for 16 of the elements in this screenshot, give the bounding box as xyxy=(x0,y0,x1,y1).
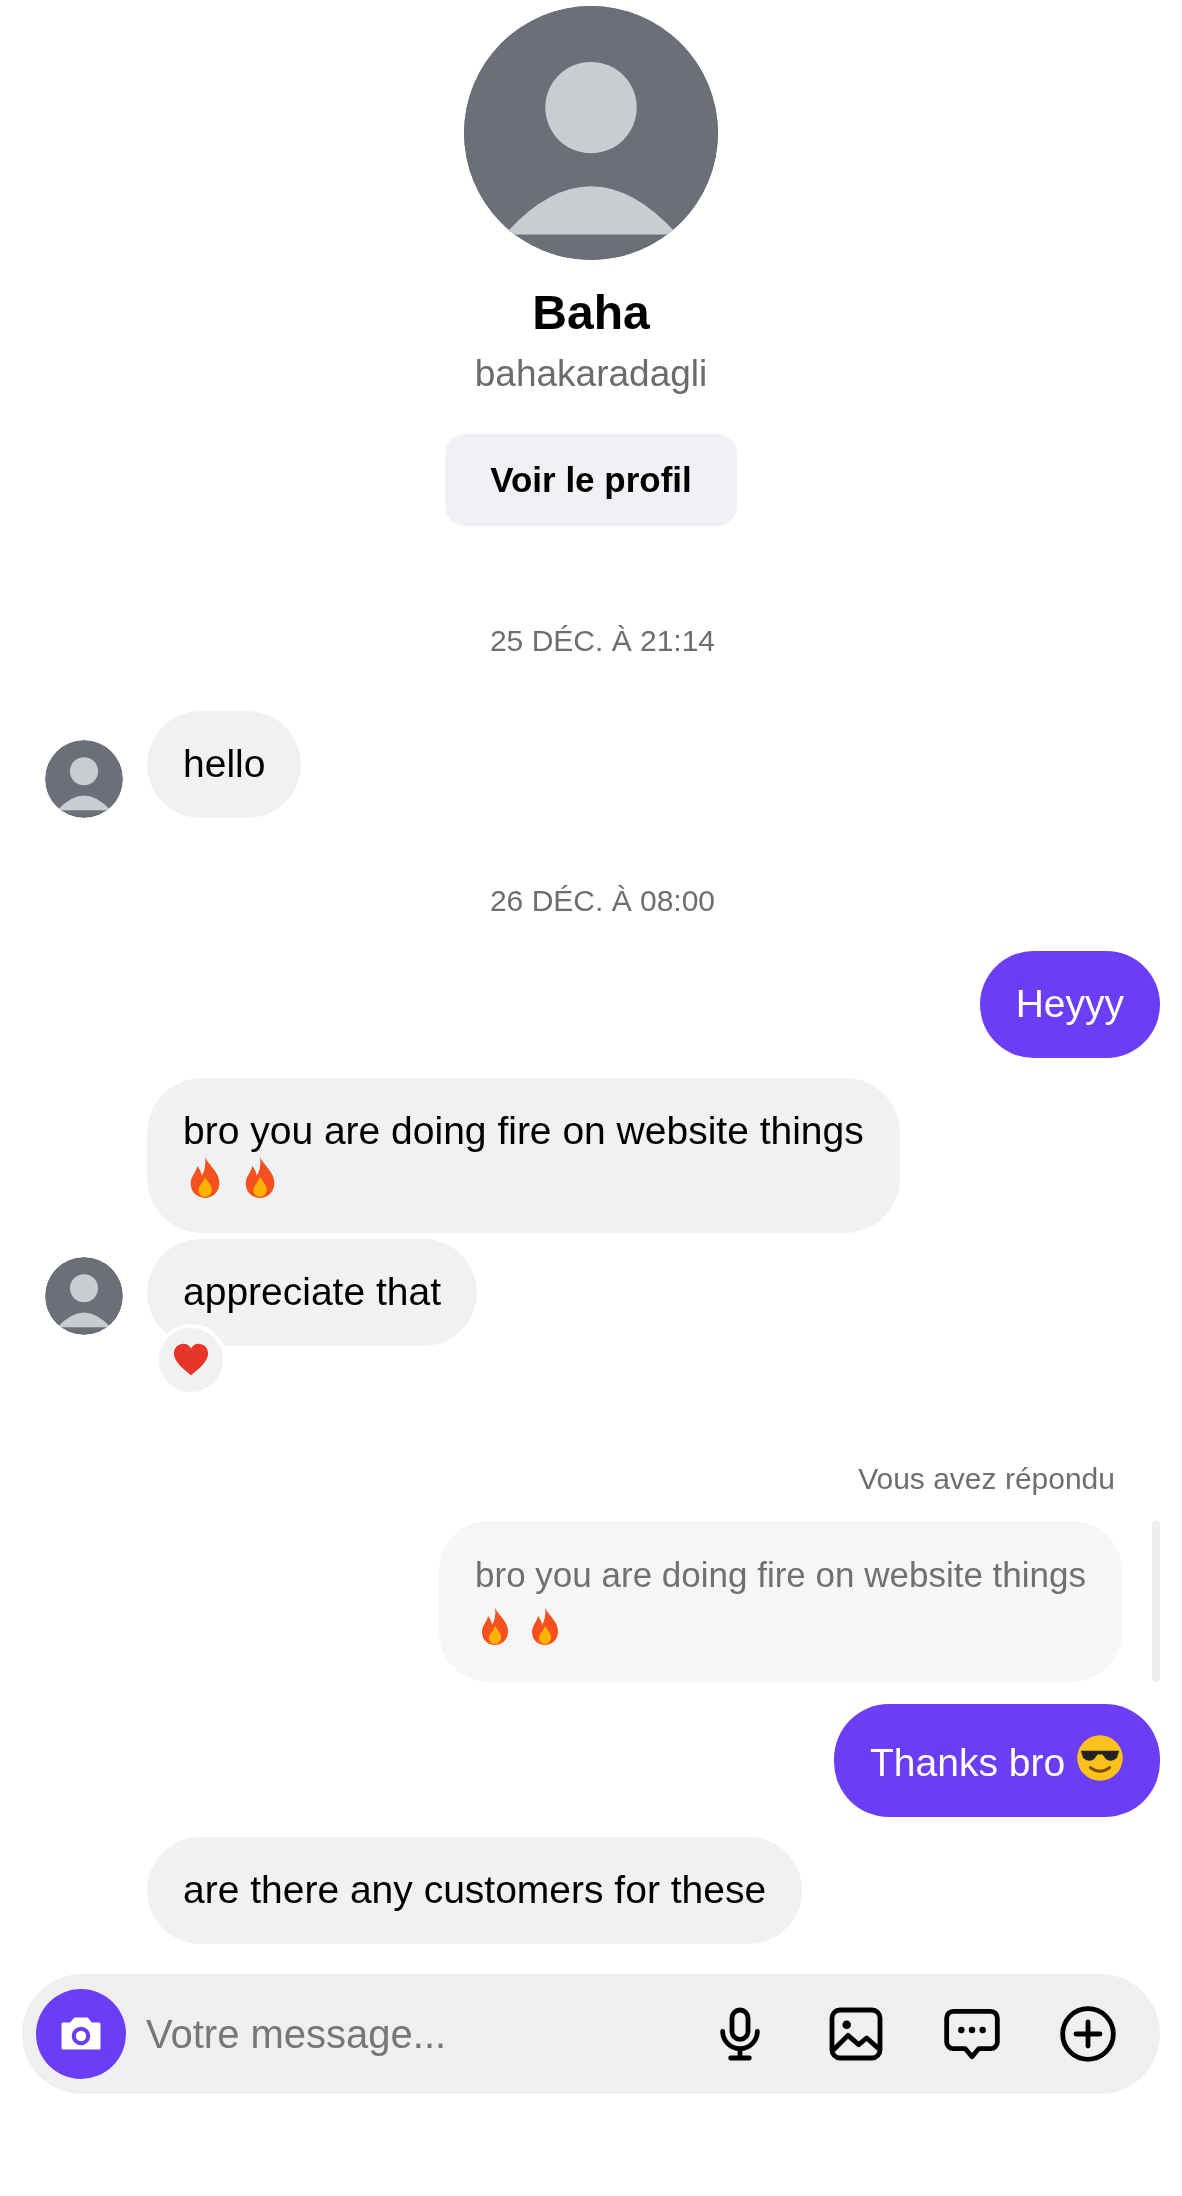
message-text: hello xyxy=(183,742,266,786)
username: bahakaradagli xyxy=(474,351,708,396)
message-text: Thanks bro xyxy=(870,1741,1066,1785)
profile-name: Baha xyxy=(532,285,650,341)
message-text: Heyyy xyxy=(1015,982,1124,1025)
message-text: bro you are doing fire on website things xyxy=(183,1108,864,1152)
timestamp: 26 DÉC. À 08:00 xyxy=(488,883,717,919)
message-text: are there any customers for these xyxy=(183,1867,767,1911)
message-field[interactable]: Votre message... xyxy=(22,1973,1160,2094)
view-profile-button[interactable]: Voir le profil xyxy=(445,433,737,527)
reply-label: Vous avez répondu xyxy=(857,1461,1116,1498)
sunglasses-face-icon xyxy=(1076,1734,1124,1783)
message-text: bro you are doing fire on website things xyxy=(475,1555,1086,1595)
message-text: appreciate that xyxy=(183,1270,441,1314)
timestamp: 25 DÉC. À 21:14 xyxy=(488,623,717,660)
message-input[interactable]: Votre message... xyxy=(126,2003,708,2064)
